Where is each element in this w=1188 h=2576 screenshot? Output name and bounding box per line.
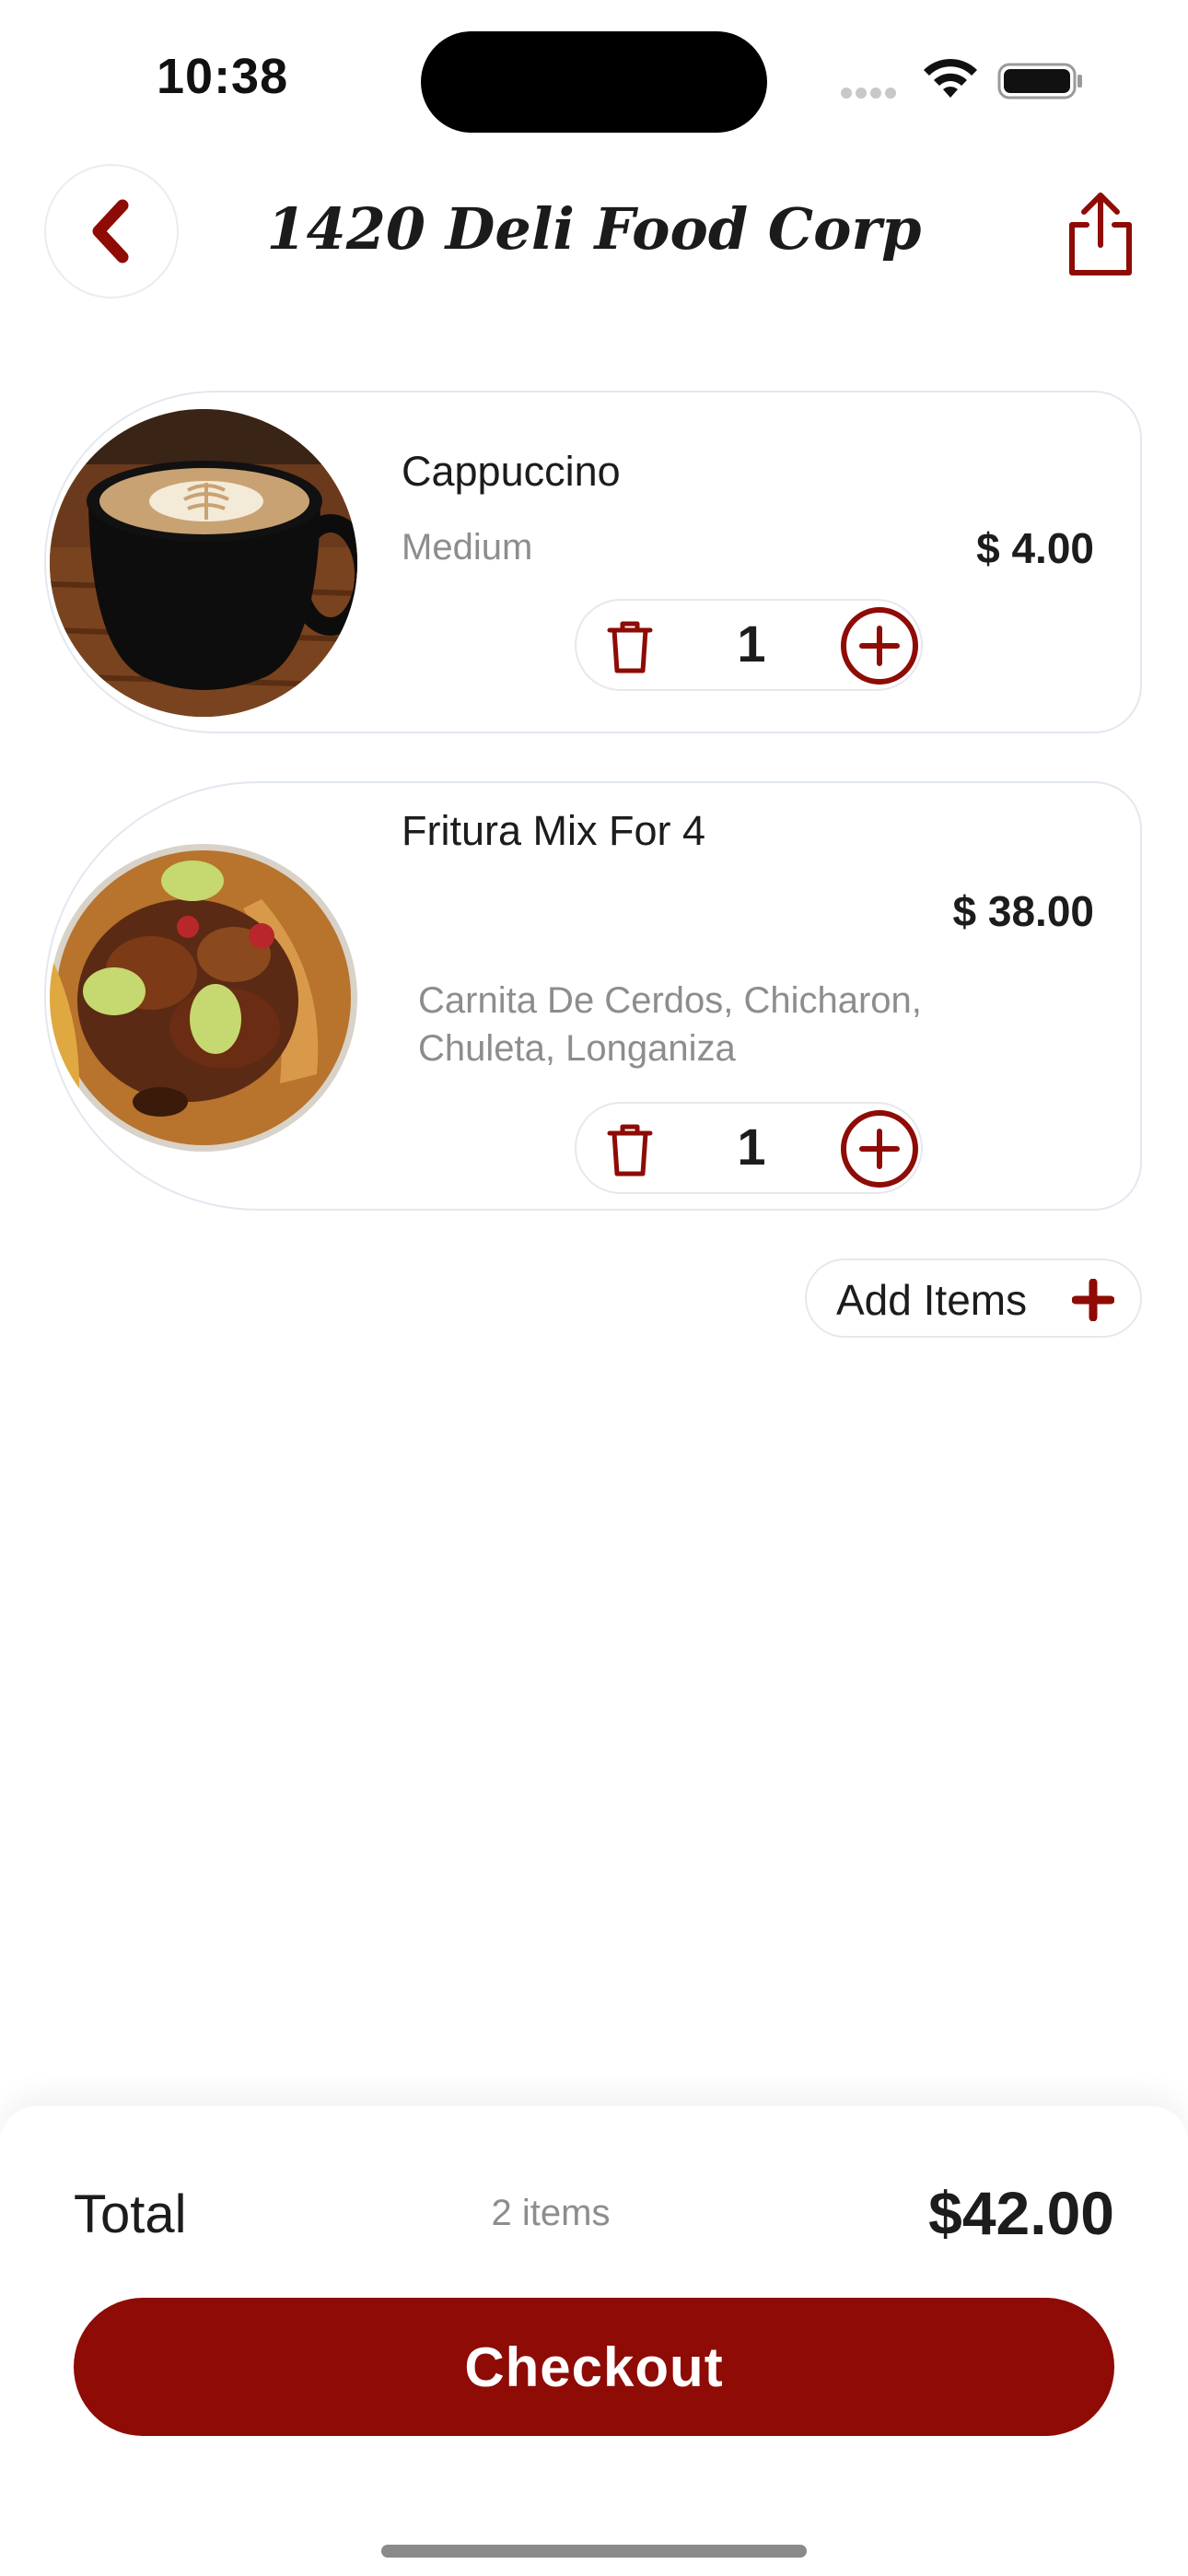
item-name: Cappuccino <box>402 448 621 495</box>
plus-icon <box>1072 1279 1114 1321</box>
item-size: Medium <box>402 527 533 568</box>
add-items-button[interactable]: Add Items <box>805 1259 1142 1338</box>
checkout-label: Checkout <box>464 2336 724 2398</box>
cart-screen: 10:38 1420 Deli Food Corp Cappuccino Med… <box>0 0 1188 2576</box>
battery-icon <box>997 63 1082 100</box>
wifi-icon <box>924 58 977 98</box>
quantity-value: 1 <box>737 615 766 673</box>
share-icon <box>1069 193 1132 275</box>
plus-circle-icon[interactable] <box>840 1109 919 1188</box>
page-title: 1420 Deli Food Corp <box>266 195 922 263</box>
item-price: $ 38.00 <box>952 887 1094 935</box>
quantity-value: 1 <box>737 1118 766 1176</box>
checkout-summary: Total 2 items $42.00 Checkout <box>0 2106 1188 2576</box>
add-items-label: Add Items <box>836 1276 1028 1324</box>
cart-item-card: Fritura Mix For 4 $ 38.00 Carnita De Cer… <box>44 781 1142 1211</box>
share-button[interactable] <box>1059 188 1142 280</box>
plus-circle-icon[interactable] <box>840 606 919 685</box>
item-options: Carnita De Cerdos, Chicharon, Chuleta, L… <box>418 980 922 1069</box>
trash-icon[interactable] <box>604 1122 656 1177</box>
item-name: Fritura Mix For 4 <box>402 807 706 854</box>
quantity-stepper: 1 <box>575 599 923 691</box>
total-amount: $42.00 <box>928 2179 1114 2247</box>
dynamic-island <box>421 31 767 133</box>
fritura-platter-photo <box>50 844 357 1152</box>
status-time: 10:38 <box>157 49 289 104</box>
coffee-cup-photo <box>50 409 357 717</box>
checkout-button[interactable]: Checkout <box>74 2298 1114 2436</box>
cellular-signal-icon <box>841 87 900 103</box>
cart-item-card: Cappuccino Medium $ 4.00 1 <box>44 391 1142 733</box>
home-indicator[interactable] <box>381 2545 807 2558</box>
item-price: $ 4.00 <box>976 524 1094 572</box>
quantity-stepper: 1 <box>575 1102 923 1194</box>
trash-icon[interactable] <box>604 619 656 674</box>
